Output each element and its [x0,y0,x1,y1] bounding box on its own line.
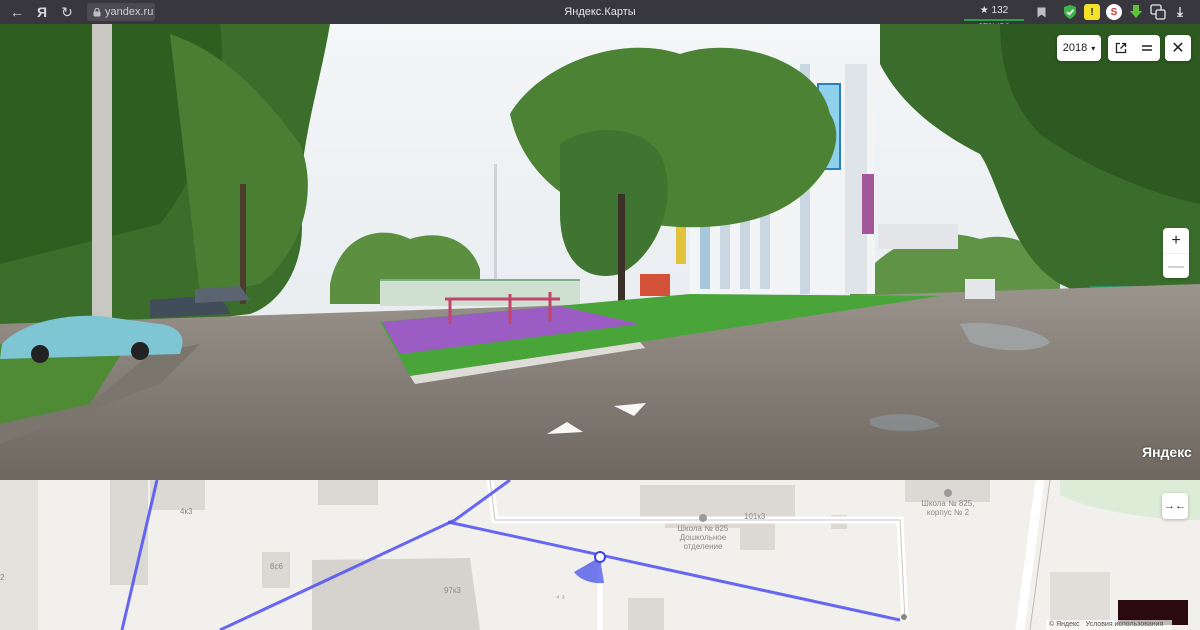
panorama-image [0,24,1200,480]
zoom-in-button[interactable]: + [1163,228,1189,253]
zoom-control: + — [1163,228,1189,278]
lock-icon [93,7,101,17]
building-label-edge: 2 [0,573,5,582]
yandex-logo: Яндекс [1142,444,1192,460]
reviews-badge[interactable]: ★ 132 отзыва [964,3,1024,32]
url-text: yandex.ru [105,6,154,18]
collapse-arrows-icon: →← [1164,500,1186,512]
mini-map[interactable]: 4к3 8с6 97к3 101к3 Школа № 825, корпус №… [0,480,1200,630]
reload-icon: ↻ [61,3,73,20]
collapse-map-button[interactable]: →← [1162,493,1188,519]
year-selector[interactable]: 2018 ▾ [1057,35,1101,61]
building-label-4k3: 4к3 [180,507,193,516]
building-label-small: ₄ ₃ [556,591,565,600]
map-attribution: © Яндекс Условия использования [1046,620,1173,630]
building-label-8s6: 8с6 [270,562,283,571]
school-label-main: Школа № 825, корпус № 2 [918,489,978,517]
building-label-101k3: 101к3 [744,512,766,521]
back-arrow-icon: ← [10,4,24,20]
share-button[interactable] [1108,35,1134,61]
bookmark-icon [1037,7,1045,17]
s-extension-icon[interactable]: S [1106,4,1122,20]
chevron-down-icon: ▾ [1091,43,1096,53]
close-panorama-button[interactable]: ✕ [1165,35,1191,61]
shield-extension-icon[interactable] [1062,4,1078,20]
navigate-forward-arrow[interactable] [612,402,648,418]
address-bar[interactable]: yandex.ru [87,3,155,21]
menu-button[interactable] [1134,35,1160,61]
reload-button[interactable]: ↻ [55,0,79,24]
external-link-icon [1115,42,1127,54]
back-button[interactable]: ← [5,0,29,24]
map-canvas [0,480,1200,630]
yandex-home-button[interactable]: Я [30,0,54,24]
exclamation-extension-icon[interactable]: ! [1084,4,1100,20]
browser-toolbar: ← Я ↻ yandex.ru Яндекс.Карты ★ 132 отзыв… [0,0,1200,32]
translate-extension-icon[interactable] [1150,4,1166,20]
panorama-actions [1108,35,1160,61]
school-icon [699,514,707,522]
terms-link[interactable]: Условия использования [1086,621,1164,628]
school-label-text: Школа № 825, корпус № 2 [921,499,975,517]
extensions-bar: ! S ⤓ [1062,3,1188,21]
preschool-label-text: Школа № 825 Дошкольное отделение [677,524,729,551]
year-value: 2018 [1062,42,1088,54]
zoom-out-button[interactable]: — [1163,253,1189,279]
copyright-text: © Яндекс [1049,621,1080,628]
street-panorama[interactable]: 2018 ▾ ✕ + — Яндекс [0,24,1200,480]
menu-icon [1142,45,1152,51]
download-arrow-extension-icon[interactable] [1128,4,1144,20]
close-icon: ✕ [1171,40,1185,57]
school-label-preschool: Школа № 825 Дошкольное отделение [676,514,730,551]
navigate-back-arrow[interactable] [545,420,585,436]
download-icon[interactable]: ⤓ [1172,4,1188,20]
building-label-97k3: 97к3 [444,586,461,595]
school-icon [944,489,952,497]
yandex-ya-icon: Я [36,4,48,20]
bookmark-button[interactable] [1032,3,1050,21]
